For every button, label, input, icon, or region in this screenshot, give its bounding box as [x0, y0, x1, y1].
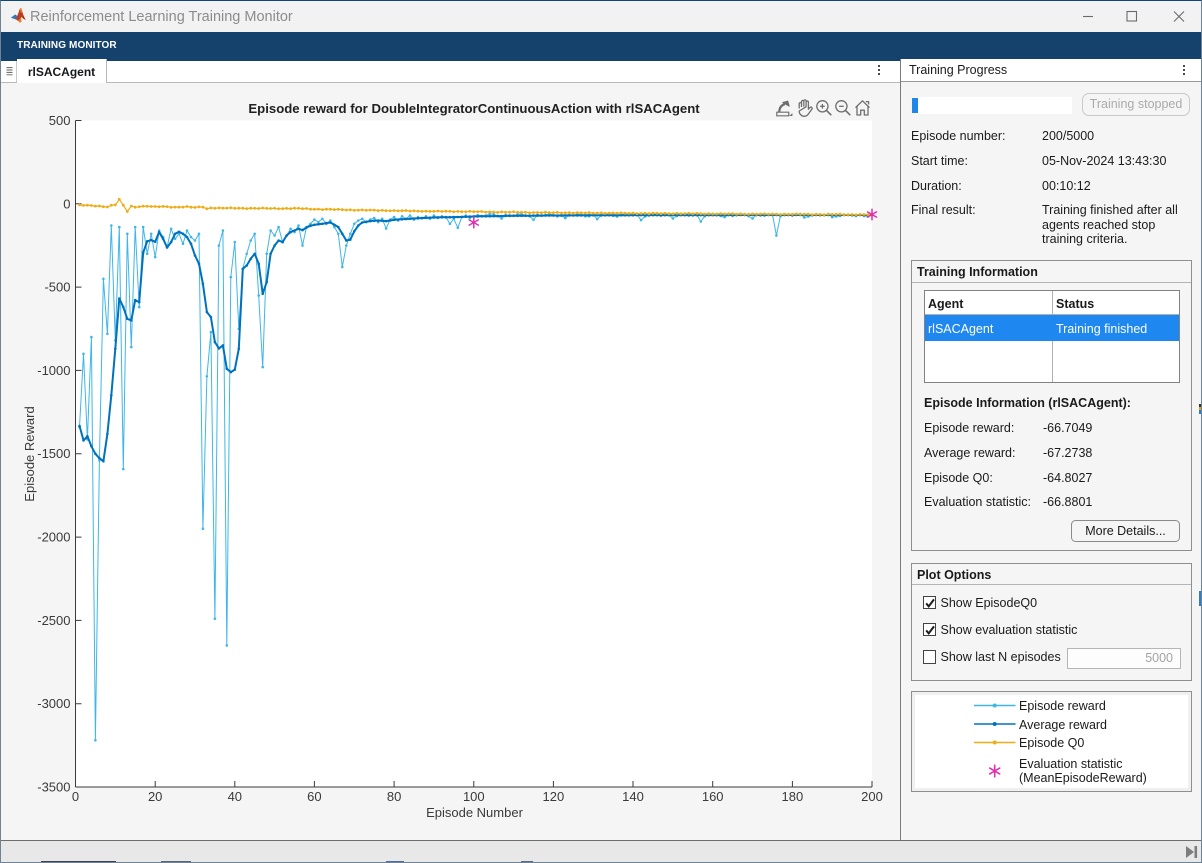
- svg-text:180: 180: [782, 789, 804, 804]
- svg-text:60: 60: [307, 789, 321, 804]
- svg-text:80: 80: [387, 789, 401, 804]
- svg-text:120: 120: [543, 789, 565, 804]
- svg-text:100: 100: [463, 789, 485, 804]
- svg-text:500: 500: [49, 113, 71, 128]
- svg-text:40: 40: [228, 789, 242, 804]
- svg-text:-1500: -1500: [37, 446, 70, 461]
- svg-text:160: 160: [702, 789, 724, 804]
- svg-text:-3000: -3000: [37, 696, 70, 711]
- svg-text:20: 20: [148, 789, 162, 804]
- svg-text:140: 140: [622, 789, 644, 804]
- svg-text:-2000: -2000: [37, 530, 70, 545]
- svg-text:200: 200: [861, 789, 883, 804]
- svg-text:Episode reward for DoubleInteg: Episode reward for DoubleIntegratorConti…: [248, 101, 700, 116]
- svg-text:-2500: -2500: [37, 613, 70, 628]
- svg-text:0: 0: [72, 789, 79, 804]
- svg-text:-500: -500: [44, 280, 70, 295]
- svg-text:Episode Reward: Episode Reward: [22, 406, 37, 501]
- svg-text:-3500: -3500: [37, 780, 70, 795]
- svg-text:0: 0: [63, 196, 70, 211]
- svg-text:Episode Number: Episode Number: [426, 805, 523, 820]
- svg-text:-1000: -1000: [37, 363, 70, 378]
